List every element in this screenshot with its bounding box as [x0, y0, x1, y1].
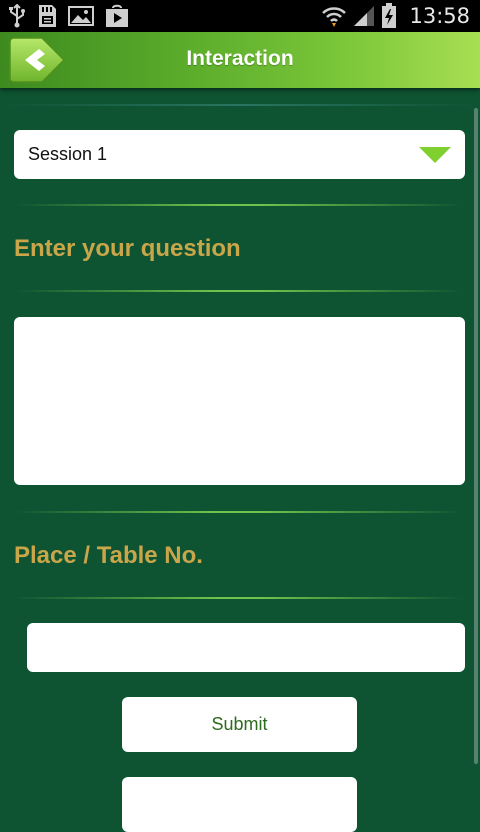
battery-charging-icon [382, 3, 397, 28]
chevron-down-icon [419, 147, 451, 163]
app-header: Interaction [0, 32, 480, 88]
gallery-icon [68, 6, 94, 26]
status-bar-notifications [8, 4, 130, 28]
status-time: 13:58 [409, 4, 470, 28]
back-arrow-icon [9, 37, 66, 83]
back-button[interactable] [8, 36, 68, 84]
header-divider [0, 104, 480, 106]
section-divider [14, 290, 464, 292]
sd-card-icon [39, 5, 56, 27]
table-number-input[interactable] [27, 623, 465, 672]
play-store-icon [106, 4, 128, 27]
status-bar: 13:58 [0, 0, 480, 32]
usb-icon [9, 4, 25, 28]
section-divider [14, 204, 464, 206]
session-select[interactable]: Session 1 [14, 130, 465, 179]
page-title: Interaction [186, 47, 294, 70]
table-label: Place / Table No. [14, 542, 203, 569]
signal-icon [354, 6, 375, 26]
section-divider [14, 511, 464, 513]
session-select-value: Session 1 [28, 144, 108, 164]
secondary-button[interactable] [122, 777, 357, 832]
scrollbar[interactable] [474, 108, 478, 764]
submit-button[interactable]: Submit [122, 697, 357, 752]
section-divider [14, 597, 464, 599]
question-label: Enter your question [14, 235, 241, 262]
wifi-icon [322, 7, 347, 27]
status-bar-system: 13:58 [321, 0, 470, 32]
question-input[interactable] [14, 317, 465, 485]
